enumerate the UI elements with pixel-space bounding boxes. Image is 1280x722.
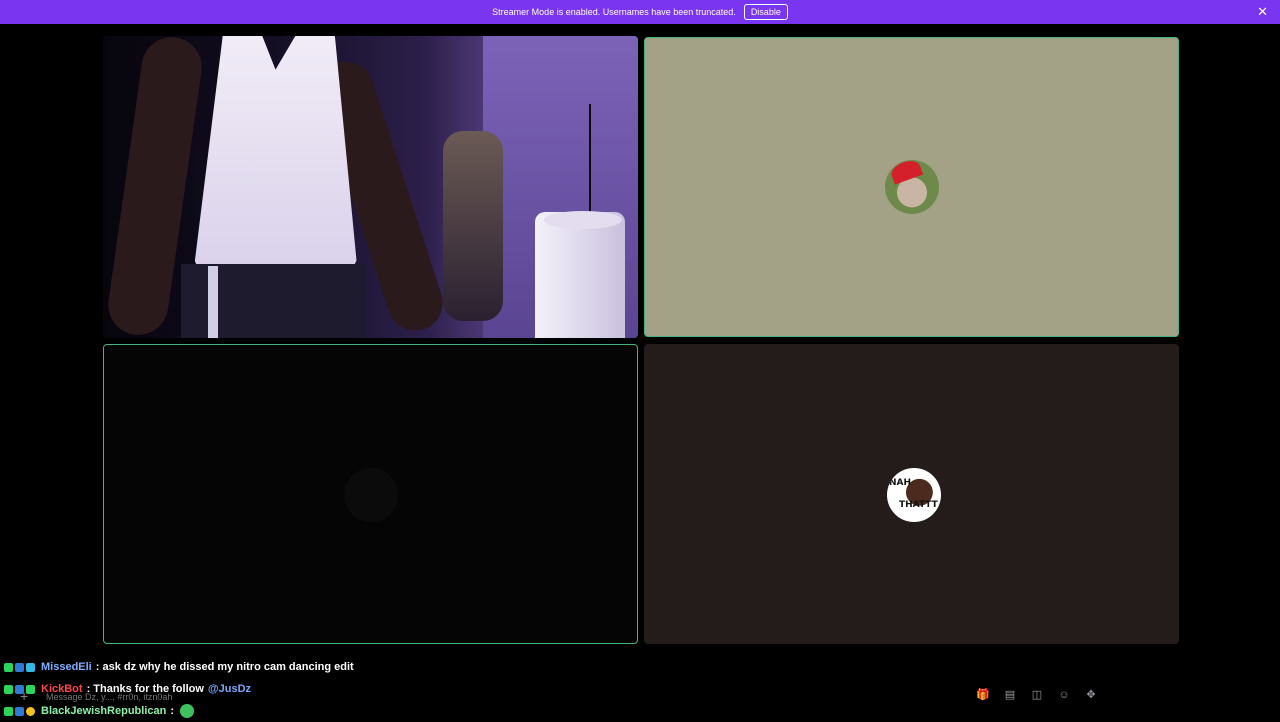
- chat-text: : ask dz why he dissed my nitro cam danc…: [95, 661, 354, 673]
- streamer-mode-banner: Streamer Mode is enabled. Usernames have…: [0, 0, 1280, 24]
- webcam-chair: [443, 131, 503, 321]
- webcam-paper-towel-top: [544, 211, 622, 229]
- gift-icon[interactable]: 🎁: [976, 688, 990, 702]
- chat-text: :: [170, 705, 174, 717]
- webcam-stand: [589, 104, 591, 224]
- emoji-icon[interactable]: ☺: [1057, 688, 1071, 702]
- chat-username[interactable]: MissedEli: [41, 661, 92, 673]
- user-avatar: [885, 160, 939, 214]
- user-badges: [4, 662, 37, 672]
- badge-icon: [26, 706, 35, 716]
- sticker-icon[interactable]: ◫: [1030, 688, 1044, 702]
- user-avatar: NAH THATTT: [887, 468, 941, 522]
- message-input[interactable]: [46, 692, 346, 702]
- webcam-shorts-stripe: [208, 266, 218, 338]
- webcam-paper-towel: [535, 212, 625, 338]
- badge-icon: [15, 662, 24, 672]
- badge-icon: [4, 706, 13, 716]
- close-icon[interactable]: ✕: [1257, 4, 1268, 20]
- gif-icon[interactable]: ▤: [1003, 688, 1017, 702]
- emote-icon: [180, 704, 194, 718]
- video-tile-user-4[interactable]: NAH THATTT: [644, 344, 1179, 644]
- user-badges: [4, 706, 37, 716]
- video-tile-user-3[interactable]: [103, 344, 638, 644]
- video-tile-camera[interactable]: [103, 36, 638, 338]
- badge-icon: [4, 684, 13, 694]
- user-avatar: [344, 468, 398, 522]
- attach-plus-icon[interactable]: +: [20, 688, 28, 704]
- apps-icon[interactable]: ✥: [1084, 688, 1098, 702]
- chat-username[interactable]: BlackJewishRepublican: [41, 705, 166, 717]
- avatar-text: THATTT: [899, 500, 938, 510]
- composer-icon-bar: 🎁 ▤ ◫ ☺ ✥: [963, 688, 1098, 702]
- badge-icon: [4, 662, 13, 672]
- disable-streamer-mode-button[interactable]: Disable: [743, 4, 788, 20]
- santa-hat-icon: [888, 160, 924, 185]
- badge-icon: [26, 662, 35, 672]
- video-tile-user-2[interactable]: [644, 37, 1179, 337]
- chat-message: MissedEli : ask dz why he dissed my nitr…: [4, 656, 704, 678]
- banner-message: Streamer Mode is enabled. Usernames have…: [492, 7, 736, 17]
- badge-icon: [15, 706, 24, 716]
- avatar-text: NAH: [889, 478, 912, 488]
- message-composer: + 🎁 ▤ ◫ ☺ ✥: [20, 688, 1098, 706]
